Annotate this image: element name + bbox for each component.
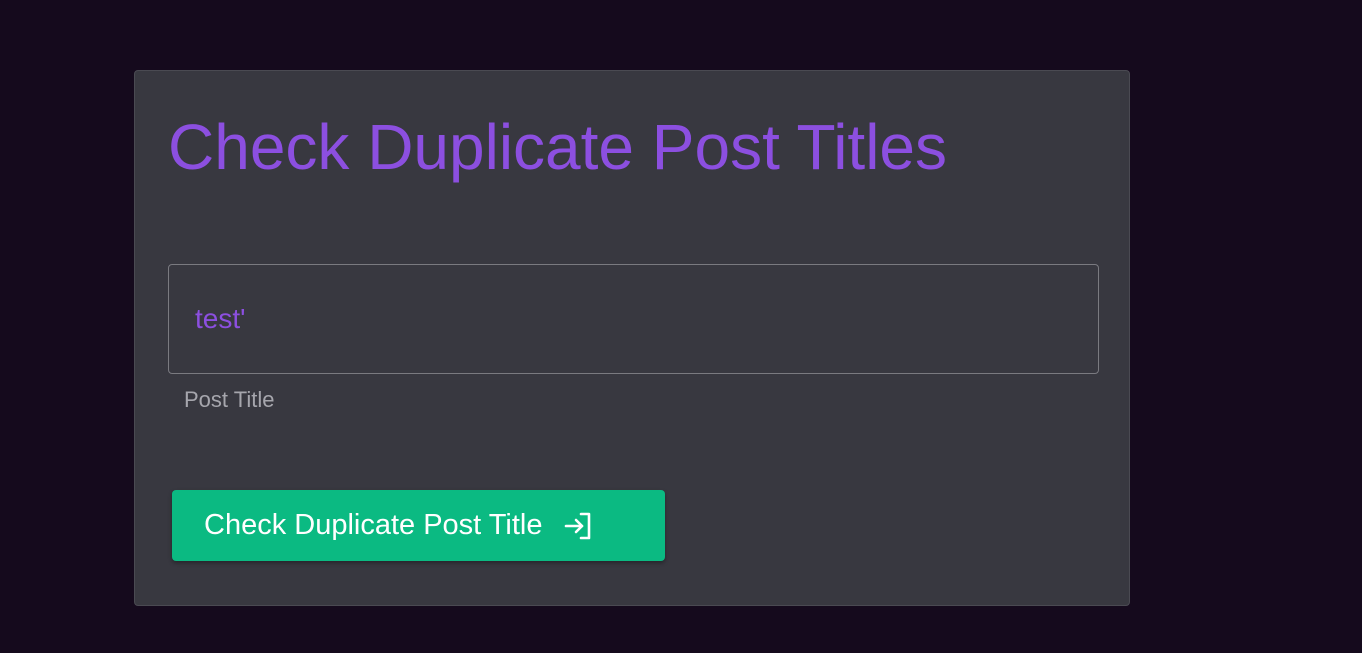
post-title-field[interactable] — [168, 264, 1099, 374]
duplicate-check-card: Check Duplicate Post Titles Post Title C… — [134, 70, 1130, 606]
post-title-helper-text: Post Title — [184, 387, 275, 412]
post-title-input[interactable] — [169, 265, 1098, 373]
check-duplicate-button[interactable]: Check Duplicate Post Title — [172, 490, 665, 561]
page-title: Check Duplicate Post Titles — [168, 111, 947, 183]
login-arrow-icon — [562, 509, 596, 543]
check-duplicate-button-label: Check Duplicate Post Title — [204, 509, 543, 541]
